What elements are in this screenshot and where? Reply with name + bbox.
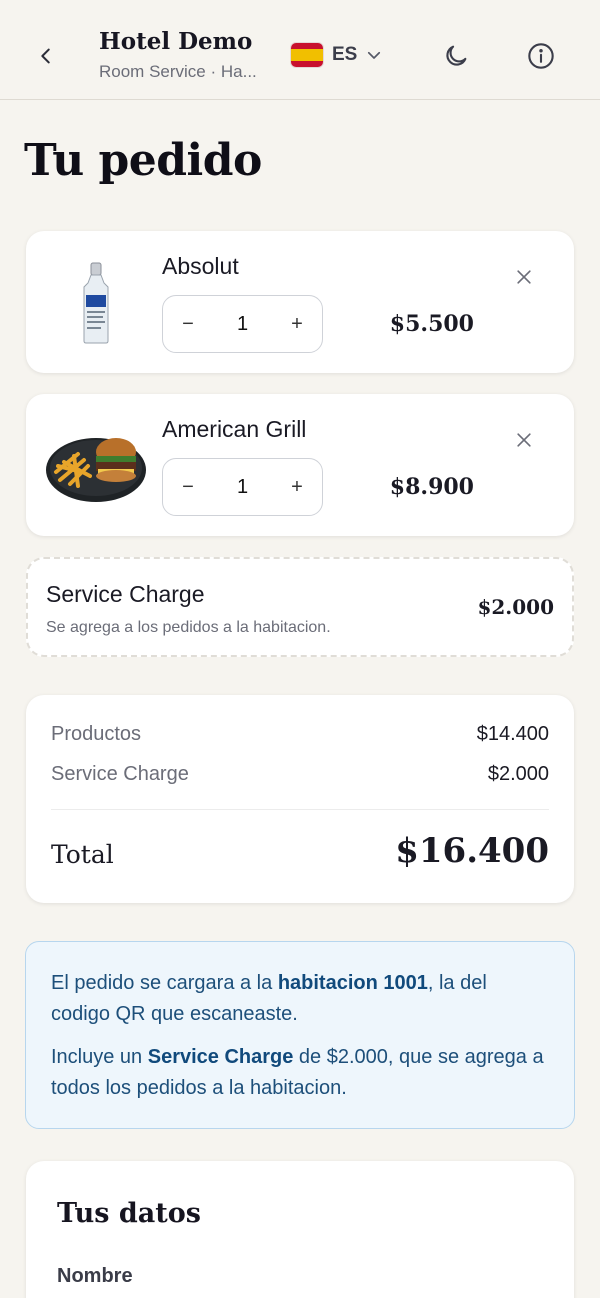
quantity-value: 1	[236, 312, 249, 335]
summary-row-service: Service Charge $2.000	[51, 763, 549, 786]
section-title: Tus datos	[57, 1198, 201, 1229]
divider	[51, 809, 549, 810]
service-value: $2.000	[487, 763, 549, 785]
service-charge-description: Se agrega a los pedidos a la habitacion.	[46, 619, 331, 636]
product-image-vodka	[44, 251, 148, 355]
total-label: Total	[51, 840, 114, 869]
remove-item-button[interactable]	[510, 263, 538, 291]
service-charge-card: Service Charge Se agrega a los pedidos a…	[26, 557, 574, 657]
name-field-label: Nombre	[57, 1265, 133, 1287]
chevron-down-icon	[368, 51, 381, 59]
hotel-title: Hotel Demo	[99, 28, 253, 55]
moon-icon	[446, 45, 467, 66]
spain-flag-icon	[290, 42, 324, 68]
app-header: Hotel Demo Room Service · Ha... ES	[0, 0, 600, 100]
service-charge-title: Service Charge	[46, 581, 205, 607]
item-price: $8.900	[389, 474, 474, 500]
service-charge-price: $2.000	[477, 595, 554, 619]
remove-item-button[interactable]	[510, 426, 538, 454]
close-icon	[517, 433, 531, 447]
room-number: habitacion 1001	[277, 972, 428, 994]
products-label: Productos	[51, 723, 142, 745]
decrement-button[interactable]: −	[177, 476, 199, 499]
order-summary: Productos $14.400 Service Charge $2.000 …	[26, 695, 574, 903]
theme-toggle-button[interactable]	[436, 36, 476, 76]
summary-row-products: Productos $14.400	[51, 723, 549, 746]
decrement-button[interactable]: −	[177, 313, 199, 336]
info-icon	[528, 43, 554, 69]
quantity-stepper: − 1 +	[162, 295, 323, 353]
close-icon	[517, 270, 531, 284]
quantity-value: 1	[236, 475, 249, 498]
info-paragraph: El pedido se cargara a la habitacion 100…	[51, 972, 487, 1025]
item-name: Absolut	[162, 253, 239, 279]
item-name: American Grill	[162, 416, 307, 442]
page-title: Tu pedido	[24, 135, 262, 186]
cart-item: American Grill − 1 + $8.900	[26, 394, 574, 536]
customer-details-card: Tus datos Nombre	[26, 1161, 574, 1298]
total-value: $16.400	[395, 831, 549, 871]
back-button[interactable]	[26, 36, 66, 76]
products-value: $14.400	[476, 723, 549, 745]
service-charge-emphasis: Service Charge	[147, 1046, 294, 1068]
room-charge-info: El pedido se cargara a la habitacion 100…	[25, 941, 575, 1129]
increment-button[interactable]: +	[286, 313, 308, 336]
item-price: $5.500	[389, 311, 474, 337]
quantity-stepper: − 1 +	[162, 458, 323, 516]
cart-item: Absolut − 1 + $5.500	[26, 231, 574, 373]
info-paragraph: Incluye un Service Charge de $2.000, que…	[51, 1046, 544, 1099]
increment-button[interactable]: +	[286, 476, 308, 499]
info-button[interactable]	[521, 36, 561, 76]
language-selector[interactable]: ES	[290, 40, 383, 70]
service-label: Service Charge	[51, 763, 189, 785]
hotel-subtitle: Room Service · Ha...	[99, 62, 257, 81]
chevron-left-icon	[41, 48, 50, 64]
language-code: ES	[332, 44, 358, 65]
product-image-burger	[44, 414, 148, 518]
